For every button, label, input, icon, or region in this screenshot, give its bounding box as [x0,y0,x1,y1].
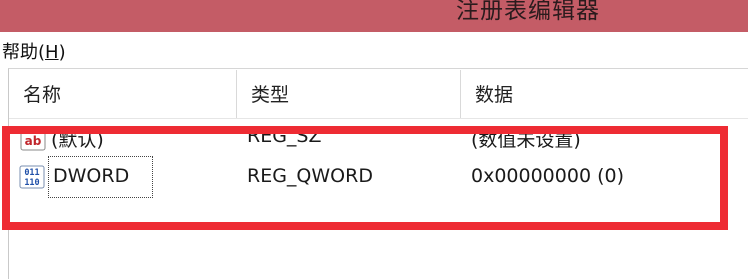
column-header-name[interactable]: 名称 [9,70,236,118]
menu-help-mnemonic: H [45,42,59,63]
menu-bar [0,32,748,68]
column-header-data[interactable]: 数据 [461,70,748,118]
menu-help[interactable]: 帮助(H) [2,38,66,64]
title-bar: 注册表编辑器 [0,0,748,32]
column-header-type[interactable]: 类型 [237,70,460,118]
window-title: 注册表编辑器 [456,0,600,24]
header-divider [9,118,748,119]
highlight-annotation-box [2,126,728,230]
